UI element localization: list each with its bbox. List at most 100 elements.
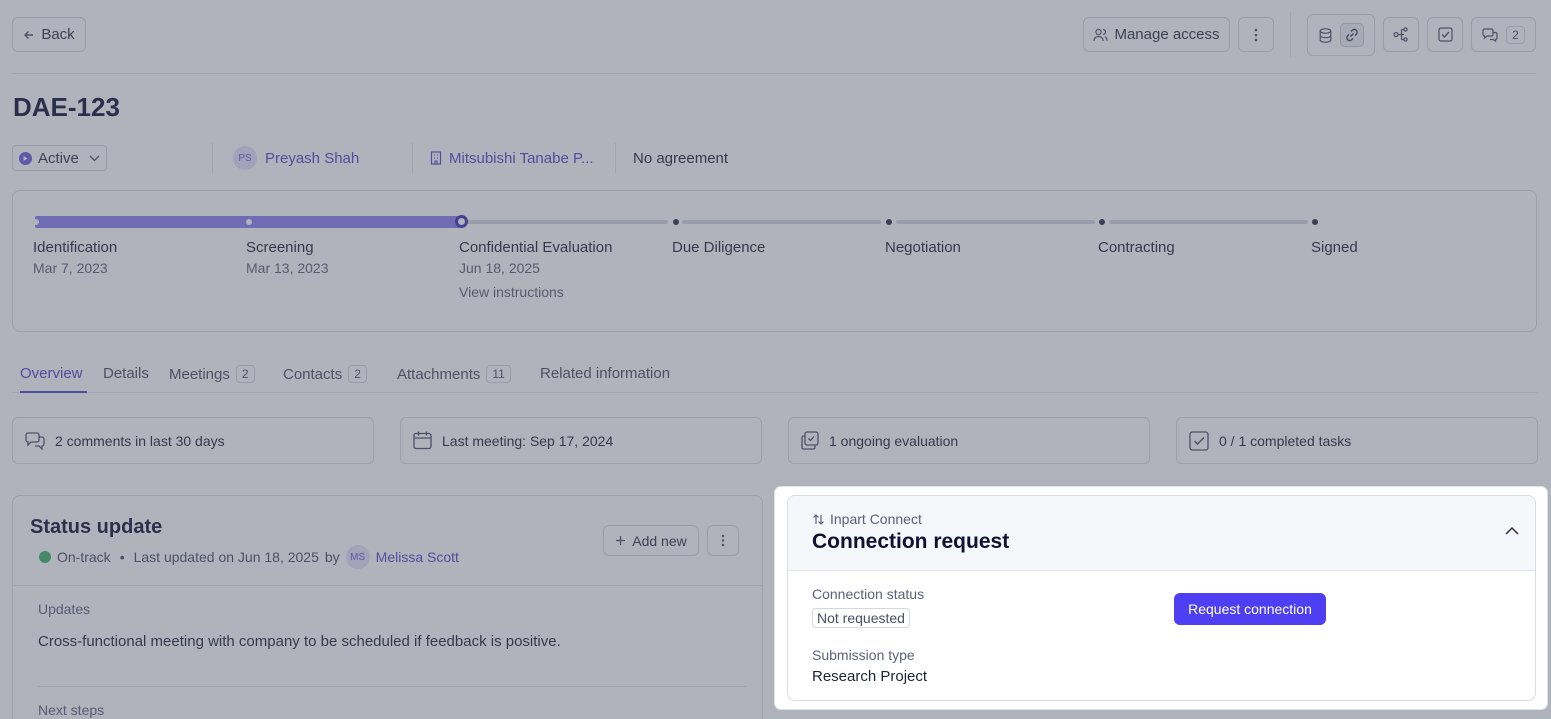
comments-button[interactable]: 2 xyxy=(1471,17,1536,52)
evaluation-summary[interactable]: 1 ongoing evaluation xyxy=(788,417,1150,464)
meeting-summary-text: Last meeting: Sep 17, 2024 xyxy=(442,432,614,449)
add-new-button[interactable]: Add new xyxy=(603,525,699,556)
stage-confidential-evaluation: Confidential Evaluation Jun 18, 2025 Vie… xyxy=(459,239,672,300)
stage-name: Contracting xyxy=(1098,239,1175,256)
stage-identification: Identification Mar 7, 2023 xyxy=(33,239,246,276)
stage-node xyxy=(1099,219,1105,225)
stage-name: Negotiation xyxy=(885,239,961,256)
building-icon xyxy=(430,151,442,165)
swap-vertical-icon xyxy=(812,513,825,526)
back-label: Back xyxy=(41,26,75,43)
last-updated: Last updated on Jun 18, 2025 xyxy=(133,549,319,565)
stage-date: Mar 7, 2023 xyxy=(33,260,108,276)
company-name[interactable]: Mitsubishi Tanabe P... xyxy=(449,150,594,167)
comments-icon xyxy=(1482,27,1498,42)
manage-access-button[interactable]: Manage access xyxy=(1083,17,1230,52)
updates-label: Updates xyxy=(38,601,91,617)
by-label: by xyxy=(324,549,340,565)
add-new-label: Add new xyxy=(632,532,687,549)
tab-label: Meetings xyxy=(169,365,230,383)
status-state: On-track xyxy=(57,549,111,565)
plus-icon xyxy=(615,535,626,546)
stage-tracker: Identification Mar 7, 2023 Screening Mar… xyxy=(12,190,1537,332)
submission-type-label: Submission type xyxy=(812,647,915,663)
arrow-left-icon xyxy=(23,29,35,41)
next-steps-label: Next steps xyxy=(38,702,105,718)
stage-screening: Screening Mar 13, 2023 xyxy=(246,239,459,276)
tab-related-information[interactable]: Related information xyxy=(540,365,670,382)
stage-name: Signed xyxy=(1311,239,1358,256)
tasks-button[interactable] xyxy=(1427,17,1463,52)
tab-contacts[interactable]: Contacts 2 xyxy=(283,365,367,383)
back-button[interactable]: Back xyxy=(12,17,86,52)
chevron-down-icon xyxy=(89,155,100,162)
link-icon[interactable] xyxy=(1339,23,1364,47)
stage-negotiation: Negotiation xyxy=(885,239,1098,256)
tab-label: Contacts xyxy=(283,365,343,383)
status-update-card: Status update Add new On-track • Last up… xyxy=(12,495,763,719)
workflow-button[interactable] xyxy=(1383,17,1419,52)
tab-label: Related information xyxy=(540,365,671,382)
meeting-summary[interactable]: Last meeting: Sep 17, 2024 xyxy=(400,417,762,464)
header-divider xyxy=(1290,12,1291,57)
view-instructions-link[interactable]: View instructions xyxy=(459,284,672,300)
stage-name: Screening xyxy=(246,239,314,256)
on-track-icon xyxy=(39,551,51,563)
more-options-button[interactable] xyxy=(1238,17,1274,52)
meta-divider xyxy=(615,143,616,173)
tab-meetings[interactable]: Meetings 2 xyxy=(169,365,255,383)
inpart-connect-label: Inpart Connect xyxy=(812,511,922,527)
status-select[interactable]: Active xyxy=(12,145,107,171)
play-circle-icon xyxy=(19,151,32,165)
comments-summary-text: 2 comments in last 30 days xyxy=(55,432,225,449)
request-connection-button[interactable]: Request connection xyxy=(1174,593,1326,625)
tasks-summary[interactable]: 0 / 1 completed tasks xyxy=(1176,417,1538,464)
connection-status-label: Connection status xyxy=(812,586,925,602)
company[interactable]: Mitsubishi Tanabe P... xyxy=(430,145,594,171)
connection-request-title: Connection request xyxy=(812,530,1010,553)
progress-track xyxy=(896,220,1095,224)
stage-name: Confidential Evaluation xyxy=(459,239,613,256)
comments-icon xyxy=(25,431,45,450)
data-link-toggle[interactable] xyxy=(1307,14,1375,56)
status-value: Active xyxy=(38,149,79,167)
author-name[interactable]: Melissa Scott xyxy=(376,549,459,565)
stage-signed: Signed xyxy=(1311,239,1524,256)
updates-text: Cross-functional meeting with company to… xyxy=(38,633,561,650)
tasks-summary-text: 0 / 1 completed tasks xyxy=(1219,432,1352,449)
tab-overview[interactable]: Overview xyxy=(20,365,83,382)
connection-request-header[interactable]: Inpart Connect Connection request xyxy=(788,496,1535,571)
stage-node xyxy=(886,219,892,225)
stage-node xyxy=(673,219,679,225)
tab-label: Attachments xyxy=(397,365,481,383)
manage-access-label: Manage access xyxy=(1114,26,1220,43)
tab-label: Overview xyxy=(20,365,83,382)
status-more-button[interactable] xyxy=(707,525,739,556)
tab-details[interactable]: Details xyxy=(103,365,149,382)
tab-bar: Overview Details Meetings 2 Contacts 2 Att… xyxy=(12,360,1537,393)
meta-divider xyxy=(212,143,213,173)
stage-node-current xyxy=(455,215,468,228)
evaluation-summary-text: 1 ongoing evaluation xyxy=(829,432,959,449)
stage-contracting: Contracting xyxy=(1098,239,1311,256)
tab-attachments[interactable]: Attachments 11 xyxy=(397,365,511,383)
progress-track xyxy=(462,220,668,224)
header-divider-line xyxy=(12,73,1536,74)
kicker-text: Inpart Connect xyxy=(830,511,922,527)
progress-track xyxy=(1109,220,1308,224)
owner[interactable]: PS Preyash Shah xyxy=(233,145,359,171)
stage-node-completed xyxy=(246,219,252,225)
chevron-up-icon[interactable] xyxy=(1505,526,1519,535)
comments-summary[interactable]: 2 comments in last 30 days xyxy=(12,417,374,464)
connection-request-highlight: Inpart Connect Connection request Connec… xyxy=(775,487,1547,709)
calendar-icon xyxy=(413,431,432,450)
stage-name: Due Diligence xyxy=(672,239,766,256)
stage-node-completed xyxy=(33,219,39,225)
owner-name[interactable]: Preyash Shah xyxy=(265,150,359,167)
more-vertical-icon xyxy=(1254,28,1258,42)
checkbox-icon xyxy=(1437,27,1453,42)
submission-type-value: Research Project xyxy=(812,668,928,685)
status-update-title: Status update xyxy=(30,516,163,538)
users-icon xyxy=(1093,28,1109,42)
status-update-meta: On-track • Last updated on Jun 18, 2025 … xyxy=(39,545,459,569)
